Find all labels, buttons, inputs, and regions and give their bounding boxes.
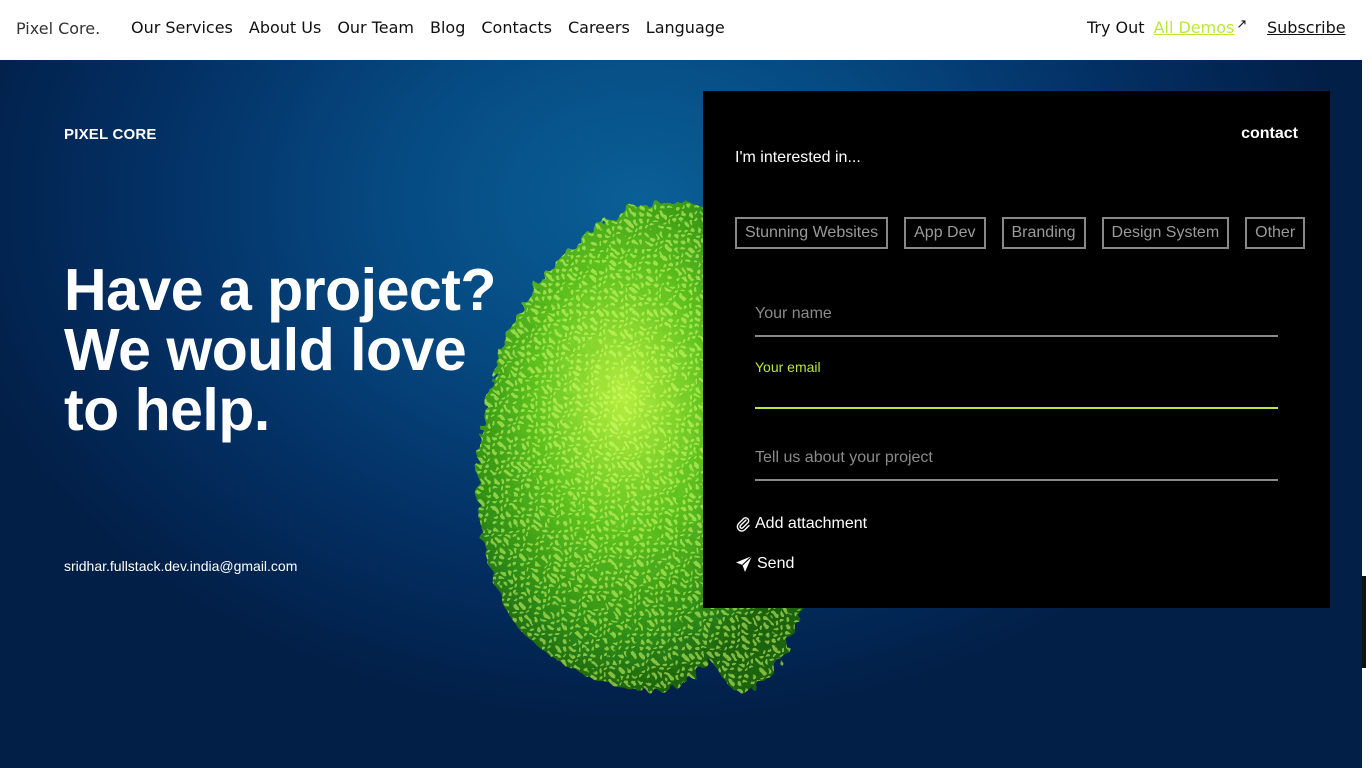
name-field-underline xyxy=(755,335,1278,337)
all-demos-link[interactable]: All Demos xyxy=(1154,18,1235,37)
chip-app-dev[interactable]: App Dev xyxy=(904,217,986,249)
chip-stunning-websites[interactable]: Stunning Websites xyxy=(735,217,889,249)
headline-line-1: Have a project? xyxy=(64,257,496,323)
nav-blog[interactable]: Blog xyxy=(430,18,465,37)
contact-title: contact xyxy=(1241,125,1298,142)
nav-careers[interactable]: Careers xyxy=(568,18,630,37)
send-label: Send xyxy=(757,555,795,572)
send-icon xyxy=(736,555,753,572)
chip-branding[interactable]: Branding xyxy=(1001,217,1086,249)
nav-language[interactable]: Language xyxy=(646,18,725,37)
nav-about-us[interactable]: About Us xyxy=(249,18,321,37)
name-placeholder: Your name xyxy=(755,305,832,322)
main-nav: Our Services About Us Our Team Blog Cont… xyxy=(131,18,725,37)
project-field[interactable]: Tell us about your project xyxy=(755,449,1278,481)
headline-line-3: to help. xyxy=(64,377,270,443)
project-placeholder: Tell us about your project xyxy=(755,449,933,466)
contact-email[interactable]: sridhar.fullstack.dev.india@gmail.com xyxy=(64,558,297,574)
paperclip-icon xyxy=(736,517,750,532)
interest-chips: Stunning Websites App Dev Branding Desig… xyxy=(735,217,1306,249)
nav-contacts[interactable]: Contacts xyxy=(481,18,552,37)
site-logo[interactable]: Pixel Core. xyxy=(16,19,100,38)
contact-panel: contact I'm interested in... Stunning We… xyxy=(703,91,1330,608)
name-field[interactable]: Your name xyxy=(755,305,1278,337)
email-field-underline xyxy=(755,407,1278,409)
try-out-label: Try Out xyxy=(1087,18,1145,37)
subscribe-link[interactable]: Subscribe xyxy=(1267,18,1346,37)
site-header: Pixel Core. Our Services About Us Our Te… xyxy=(0,0,1362,60)
headline-line-2: We would love xyxy=(64,317,467,383)
try-out-demos: Try Out All Demos ↗ xyxy=(1087,18,1247,37)
add-attachment-button[interactable]: Add attachment xyxy=(735,515,867,533)
chip-design-system[interactable]: Design System xyxy=(1101,217,1230,249)
send-button[interactable]: Send xyxy=(735,555,794,573)
attachment-label: Add attachment xyxy=(755,515,868,532)
nav-our-team[interactable]: Our Team xyxy=(337,18,414,37)
nav-our-services[interactable]: Our Services xyxy=(131,18,233,37)
email-field[interactable]: Your email xyxy=(755,359,1278,409)
email-label: Your email xyxy=(755,359,821,375)
project-field-underline xyxy=(755,479,1278,481)
brand-label: PIXEL CORE xyxy=(64,126,157,143)
arrow-up-right-icon: ↗ xyxy=(1236,17,1248,32)
chip-other[interactable]: Other xyxy=(1245,217,1306,249)
interest-label: I'm interested in... xyxy=(735,149,861,166)
hero-headline: Have a project? We would love to help. xyxy=(64,260,496,440)
scrollbar-thumb[interactable] xyxy=(1362,576,1366,668)
